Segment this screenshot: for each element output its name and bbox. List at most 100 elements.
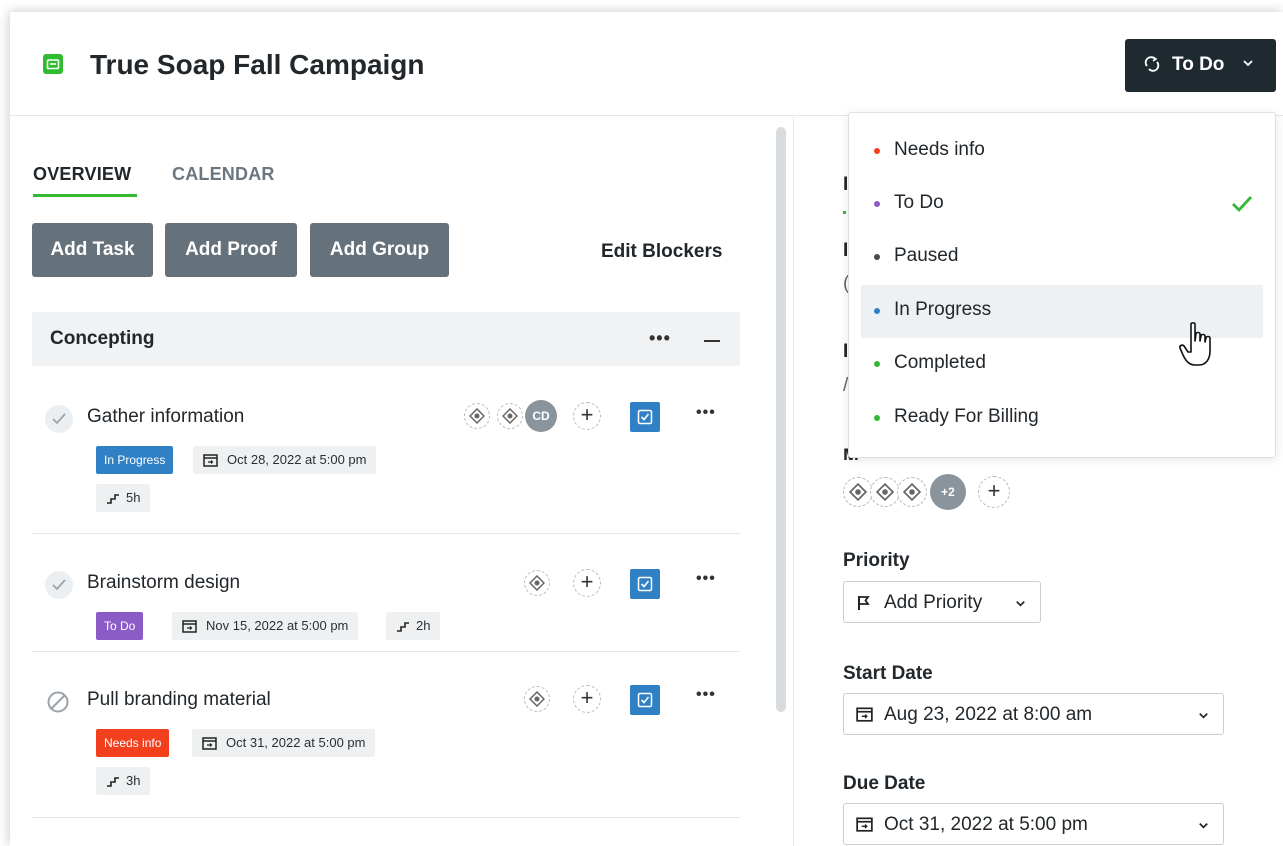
task-checkbox-icon[interactable] <box>630 685 660 715</box>
status-dot-icon <box>874 308 880 314</box>
task-more-button[interactable]: ••• <box>696 404 716 422</box>
task-name[interactable]: Brainstorm design <box>87 572 240 594</box>
due-date-label: Due Date <box>843 773 926 794</box>
priority-value: Add Priority <box>884 592 983 613</box>
complete-task-checkbox[interactable] <box>45 405 73 433</box>
status-dot-icon <box>874 361 880 367</box>
add-task-button[interactable]: Add Task <box>32 223 153 277</box>
add-assignee-button[interactable]: + <box>573 402 601 430</box>
stairs-icon <box>397 622 409 632</box>
tab-overview[interactable]: OVERVIEW <box>33 164 131 185</box>
status-dropdown-menu: Needs info To Do Paused In Progress Comp… <box>848 112 1276 458</box>
task-more-button[interactable]: ••• <box>696 686 716 704</box>
add-assignee-button[interactable]: + <box>573 569 601 597</box>
priority-select[interactable]: Add Priority <box>843 581 1041 623</box>
avatar[interactable]: CD <box>525 400 557 432</box>
due-date-text: Oct 31, 2022 at 5:00 pm <box>226 735 366 750</box>
scrollbar[interactable] <box>776 127 786 712</box>
estimate-chip[interactable]: 5h <box>96 484 151 512</box>
status-option-label: Completed <box>894 352 986 373</box>
task-more-button[interactable]: ••• <box>696 570 716 588</box>
estimate-text: 3h <box>126 773 141 788</box>
placeholder-user-icon[interactable] <box>524 570 550 596</box>
status-option-label: Needs info <box>894 139 985 160</box>
status-button[interactable]: To Do <box>1125 39 1276 92</box>
status-option-label: Paused <box>894 245 959 266</box>
calendar-icon <box>856 707 873 722</box>
due-date-value: Oct 31, 2022 at 5:00 pm <box>884 814 1088 835</box>
add-group-button[interactable]: Add Group <box>310 223 449 277</box>
status-badge[interactable]: Needs info <box>96 729 170 757</box>
start-date-select[interactable]: Aug 23, 2022 at 8:00 am <box>843 693 1224 735</box>
placeholder-user-icon[interactable] <box>870 477 900 507</box>
due-date-text: Nov 15, 2022 at 5:00 pm <box>206 618 349 633</box>
estimate-text: 2h <box>416 618 431 633</box>
blocked-icon[interactable] <box>45 689 73 717</box>
task-row[interactable]: Pull branding material + ••• Needs info … <box>32 653 740 818</box>
status-dot-icon <box>874 254 880 260</box>
status-badge[interactable]: To Do <box>96 612 144 640</box>
status-cycle-icon <box>1144 56 1160 72</box>
due-date-select[interactable]: Oct 31, 2022 at 5:00 pm <box>843 803 1224 845</box>
checkmark-icon <box>1232 196 1253 213</box>
add-member-button[interactable]: + <box>978 476 1010 508</box>
group-more-button[interactable]: ••• <box>649 328 671 349</box>
priority-label: Priority <box>843 550 910 571</box>
edit-blockers-link[interactable]: Edit Blockers <box>601 241 722 263</box>
calendar-icon <box>202 737 217 750</box>
stairs-icon <box>107 777 119 787</box>
stairs-icon <box>107 494 119 504</box>
hand-cursor-icon <box>1179 322 1211 366</box>
status-option-label: In Progress <box>894 299 992 320</box>
status-option-needs-info[interactable]: Needs info <box>861 125 1263 178</box>
project-header: True Soap Fall Campaign To Do <box>10 12 1283 116</box>
estimate-chip[interactable]: 3h <box>96 767 151 795</box>
collapse-group-button[interactable] <box>704 340 720 342</box>
task-name[interactable]: Gather information <box>87 406 244 428</box>
calendar-icon <box>203 454 218 467</box>
placeholder-user-icon[interactable] <box>497 403 523 429</box>
task-row[interactable]: Gather information CD + ••• In Progress … <box>32 367 740 534</box>
status-option-ready-for-billing[interactable]: Ready For Billing <box>861 392 1263 445</box>
start-date-label: Start Date <box>843 663 933 684</box>
start-date-value: Aug 23, 2022 at 8:00 am <box>884 704 1093 725</box>
active-tab-indicator <box>33 194 137 197</box>
project-title: True Soap Fall Campaign <box>90 49 425 80</box>
calendar-icon <box>182 620 197 633</box>
group-name: Concepting <box>50 328 155 349</box>
task-checkbox-icon[interactable] <box>630 569 660 599</box>
status-option-label: Ready For Billing <box>894 406 1039 427</box>
placeholder-user-icon[interactable] <box>897 477 927 507</box>
active-tab-indicator <box>843 211 846 214</box>
status-option-to-do[interactable]: To Do <box>861 178 1263 231</box>
task-checkbox-icon[interactable] <box>630 402 660 432</box>
status-dot-icon <box>874 148 880 154</box>
placeholder-user-icon[interactable] <box>843 477 873 507</box>
task-row[interactable]: Brainstorm design + ••• To Do Nov 15, 20… <box>32 535 740 652</box>
calendar-icon <box>856 817 873 832</box>
placeholder-user-icon[interactable] <box>464 403 490 429</box>
chevron-down-icon <box>1016 601 1025 607</box>
due-date-chip[interactable]: Oct 28, 2022 at 5:00 pm <box>193 446 377 474</box>
status-badge[interactable]: In Progress <box>96 446 174 474</box>
add-assignee-button[interactable]: + <box>573 685 601 713</box>
complete-task-checkbox[interactable] <box>45 571 73 599</box>
estimate-chip[interactable]: 2h <box>386 612 441 640</box>
task-name[interactable]: Pull branding material <box>87 689 271 711</box>
chevron-down-icon <box>1199 823 1208 829</box>
due-date-chip[interactable]: Oct 31, 2022 at 5:00 pm <box>192 729 376 757</box>
overview-pane: OVERVIEW CALENDAR Add Task Add Proof Add… <box>10 117 793 846</box>
tab-calendar[interactable]: CALENDAR <box>172 164 275 185</box>
folder-icon <box>43 54 63 74</box>
placeholder-user-icon[interactable] <box>524 686 550 712</box>
estimate-text: 5h <box>126 490 141 505</box>
chevron-down-icon <box>1243 60 1253 67</box>
due-date-text: Oct 28, 2022 at 5:00 pm <box>227 452 367 467</box>
status-dot-icon <box>874 201 880 207</box>
more-members-badge[interactable]: +2 <box>930 474 966 510</box>
status-option-paused[interactable]: Paused <box>861 231 1263 284</box>
due-date-chip[interactable]: Nov 15, 2022 at 5:00 pm <box>172 612 359 640</box>
flag-icon <box>858 596 870 610</box>
add-proof-button[interactable]: Add Proof <box>165 223 297 277</box>
status-dot-icon <box>874 415 880 421</box>
